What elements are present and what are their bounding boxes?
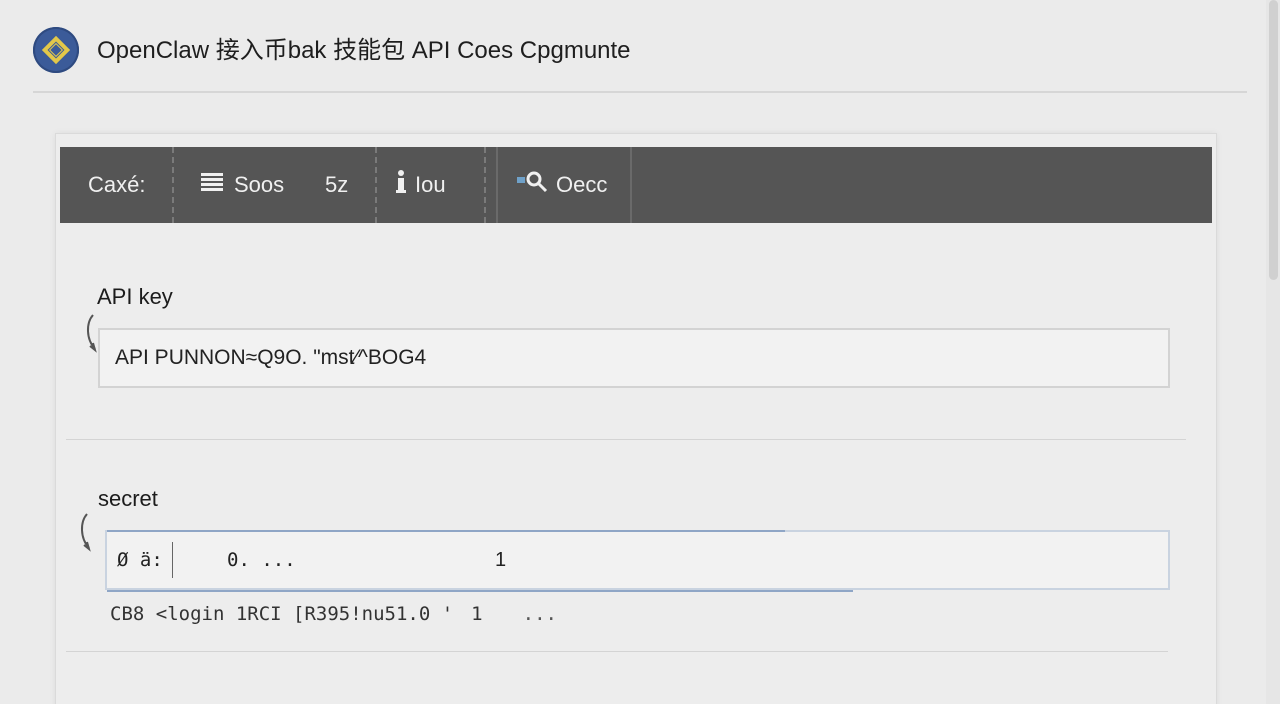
toolbar-item-cache-label: Caxé: [88, 172, 146, 197]
info-icon [395, 169, 407, 201]
toolbar-item-iou[interactable]: Iou [395, 147, 446, 223]
toolbar-item-cache[interactable]: Caxé: [88, 147, 145, 223]
toolbar-item-5z-label: 5z [325, 172, 349, 197]
api-key-input[interactable]: API PUNNON≈Q9O. "mst⁄^BOG4 [98, 328, 1170, 388]
secret-label: secret [98, 486, 158, 511]
toolbar-separator [496, 147, 498, 223]
focus-indicator-bottom [107, 590, 853, 592]
hook-arrow-icon [87, 314, 97, 353]
header-divider [33, 91, 1247, 93]
secret-count: 1 [495, 549, 507, 571]
diamond-logo-icon [33, 27, 79, 73]
toolbar-item-oecc[interactable]: Oecc [516, 147, 607, 223]
section-divider [66, 439, 1186, 440]
toolbar-item-oecc-label: Oecc [556, 172, 608, 197]
helper-count: 1 [471, 603, 483, 625]
secret-input[interactable]: Ø ä: 0. ... 1 [105, 530, 1170, 590]
toolbar-separator [630, 147, 632, 223]
more-icon[interactable]: ... [523, 603, 557, 625]
list-icon [200, 171, 224, 199]
app-title: OpenClaw 接入币bak 技能包 API Coes Cpgmunte [97, 37, 631, 64]
toolbar-item-iou-label: Iou [415, 172, 446, 197]
toolbar-item-soos[interactable]: Soos [200, 147, 284, 223]
secret-helper-text: CB8 <login 1RCI [R395!nu51.0 ' 1... [110, 603, 557, 625]
scrollbar-thumb[interactable] [1269, 0, 1278, 280]
page: OpenClaw 接入币bak 技能包 API Coes Cpgmunte Ca… [0, 0, 1280, 704]
section-divider [66, 651, 1168, 652]
toolbar-separator [172, 147, 174, 223]
secret-prefix: Ø ä: [117, 549, 163, 571]
toolbar-separator [484, 147, 486, 223]
text-caret [172, 542, 173, 578]
focus-indicator-top [107, 530, 785, 532]
secret-masked-value: 0. ... [227, 549, 296, 571]
hook-arrow-icon [81, 513, 91, 552]
toolbar-item-soos-label: Soos [234, 172, 285, 197]
toolbar: Caxé: Soos 5z Iou Oecc [60, 147, 1212, 223]
api-key-label: API key [97, 284, 173, 309]
toolbar-item-5z[interactable]: 5z [325, 147, 348, 223]
search-doc-icon [516, 169, 550, 201]
toolbar-separator [375, 147, 377, 223]
app-header: OpenClaw 接入币bak 技能包 API Coes Cpgmunte [0, 0, 1248, 92]
helper-text: CB8 <login 1RCI [R395!nu51.0 ' [110, 603, 454, 625]
api-key-value: API PUNNON≈Q9O. "mst⁄^BOG4 [115, 346, 427, 369]
